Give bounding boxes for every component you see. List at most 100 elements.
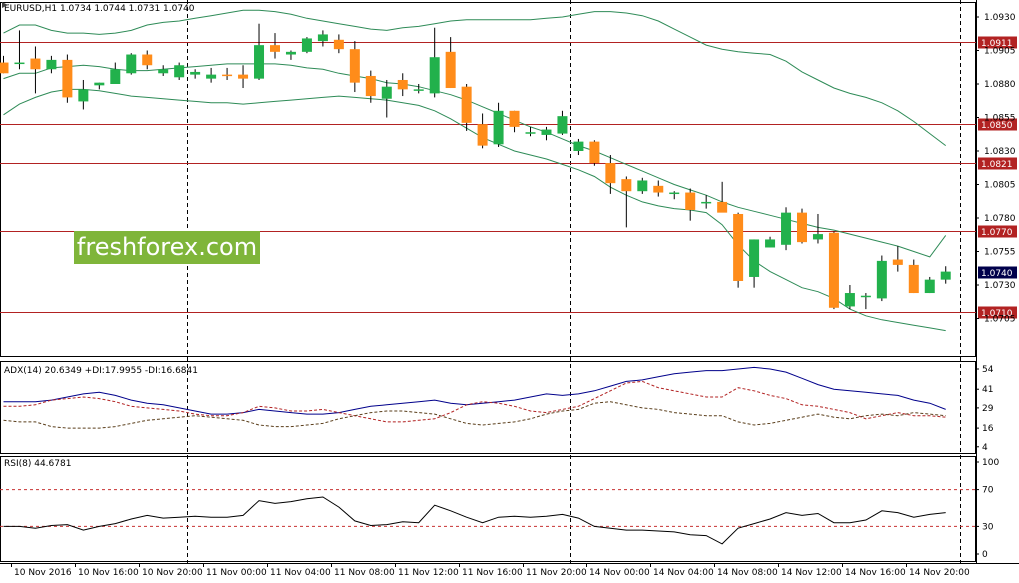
rsi-tick-label: 0 [982, 550, 988, 560]
candle-body [78, 89, 89, 102]
candle-body [397, 79, 408, 90]
level-price-label: 1.0770 [981, 228, 1013, 238]
candle-body [844, 293, 855, 307]
time-tick-label: 10 Nov 2016 [14, 568, 72, 578]
candle-body [190, 71, 201, 75]
candle-body [461, 86, 472, 123]
candle-body [781, 212, 792, 245]
candle-body [158, 69, 169, 74]
adx-tick-label: 54 [982, 365, 994, 375]
time-tick-label: 14 Nov 16:00 [845, 568, 906, 578]
time-tick-label: 14 Nov 04:00 [653, 568, 714, 578]
rsi-tick-label: 70 [982, 486, 994, 496]
candle-body [110, 69, 121, 84]
rsi-tick-label: 100 [982, 458, 999, 468]
time-tick-label: 11 Nov 20:00 [526, 568, 587, 578]
price-tick-label: 1.0805 [984, 181, 1016, 191]
candle-body [14, 62, 25, 65]
candle-body [669, 192, 680, 195]
price-tick-label: 1.0830 [984, 147, 1016, 157]
candle-body [0, 62, 9, 74]
candle-body [653, 185, 664, 193]
candle-body [701, 201, 712, 204]
candle-body [525, 132, 536, 134]
candle-body [477, 124, 488, 146]
price-axes: 1.0740 1.0930 1.0905 1.0880 1.0855 1.0830 1.08… [976, 13, 1017, 560]
candle-body [46, 59, 57, 70]
candle-body [174, 65, 185, 78]
candle [301, 37, 312, 54]
price-tick-label: 1.0755 [984, 248, 1016, 258]
time-tick-label: 11 Nov 12:00 [398, 568, 459, 578]
current-price-label: 1.0740 [981, 269, 1013, 279]
adx-tick-label: 29 [982, 404, 994, 414]
rsi-tick-label: 30 [982, 522, 994, 532]
price-tick-label: 1.0880 [984, 80, 1016, 90]
candle-body [797, 212, 807, 243]
level-price-label: 1.0821 [981, 160, 1013, 170]
time-tick-label: 10 Nov 20:00 [142, 568, 203, 578]
candle [781, 207, 792, 251]
candle-body [637, 180, 648, 192]
candle-body [301, 38, 312, 52]
candle-body [333, 39, 344, 50]
candle-body [206, 74, 217, 79]
candle-body [222, 74, 233, 77]
time-tick-label: 11 Nov 00:00 [206, 568, 267, 578]
rsi-pane-frame [0, 456, 976, 562]
price-tick-label: 1.0705 [984, 315, 1016, 325]
rsi-header: RSI(8) 44.6781 [4, 459, 71, 469]
candle-body [493, 110, 504, 145]
chart-background [0, 0, 1019, 564]
candle-body [876, 260, 887, 299]
adx-tick-label: 4 [982, 443, 988, 453]
candle [62, 54, 73, 103]
candle-body [381, 86, 392, 99]
symbol-header: EURUSD,H1 1.0734 1.0744 1.0731 1.0740 [4, 4, 195, 14]
candle-body [621, 179, 632, 192]
candle-body [30, 58, 41, 70]
candle-body [349, 49, 360, 83]
candle-body [749, 239, 760, 277]
candle [876, 255, 887, 302]
price-tick-label: 1.0930 [984, 13, 1016, 23]
candle-body [509, 110, 520, 127]
price-tick-label: 1.0730 [984, 281, 1016, 291]
candle-body [573, 141, 584, 151]
candle [828, 231, 839, 310]
candle-body [589, 141, 600, 164]
candle-body [557, 116, 568, 134]
time-tick-label: 14 Nov 00:00 [589, 568, 650, 578]
candle-body [317, 34, 328, 42]
candle-body [940, 271, 951, 280]
candle [797, 208, 807, 244]
candle [733, 212, 744, 288]
candle-body [605, 163, 616, 184]
candle-body [733, 213, 744, 281]
candle-body [765, 239, 776, 248]
candle-body [94, 82, 105, 86]
price-tick-label: 1.0855 [984, 114, 1016, 124]
time-tick-label: 11 Nov 16:00 [462, 568, 523, 578]
trading-chart[interactable]: 1.09111.08501.08211.07701.0710 1.07401.0… [0, 0, 1019, 583]
freshforex-logo: freshforex.com [74, 231, 260, 264]
candle-body [365, 75, 376, 97]
candle-body [254, 45, 265, 79]
candle-body [924, 279, 935, 294]
candle-body [860, 295, 871, 298]
time-tick-label: 11 Nov 08:00 [334, 568, 395, 578]
candle-body [445, 51, 456, 89]
candle-body [892, 259, 903, 265]
time-tick-label: 10 Nov 16:00 [78, 568, 139, 578]
candle-body [828, 232, 839, 308]
candle [589, 140, 600, 166]
time-tick-label: 14 Nov 20:00 [909, 568, 970, 578]
time-tick-label: 14 Nov 08:00 [717, 568, 778, 578]
candle-body [285, 51, 296, 55]
candle-body [685, 192, 696, 210]
candle-body [62, 59, 73, 98]
time-axis: 10 Nov 2016 10 Nov 16:00 10 Nov 20:00 11 No… [11, 563, 970, 578]
adx-header: ADX(14) 20.6349 +DI:17.9955 -DI:16.6841 [4, 366, 198, 376]
candle-body [142, 54, 153, 66]
time-tick-label: 14 Nov 12:00 [781, 568, 842, 578]
